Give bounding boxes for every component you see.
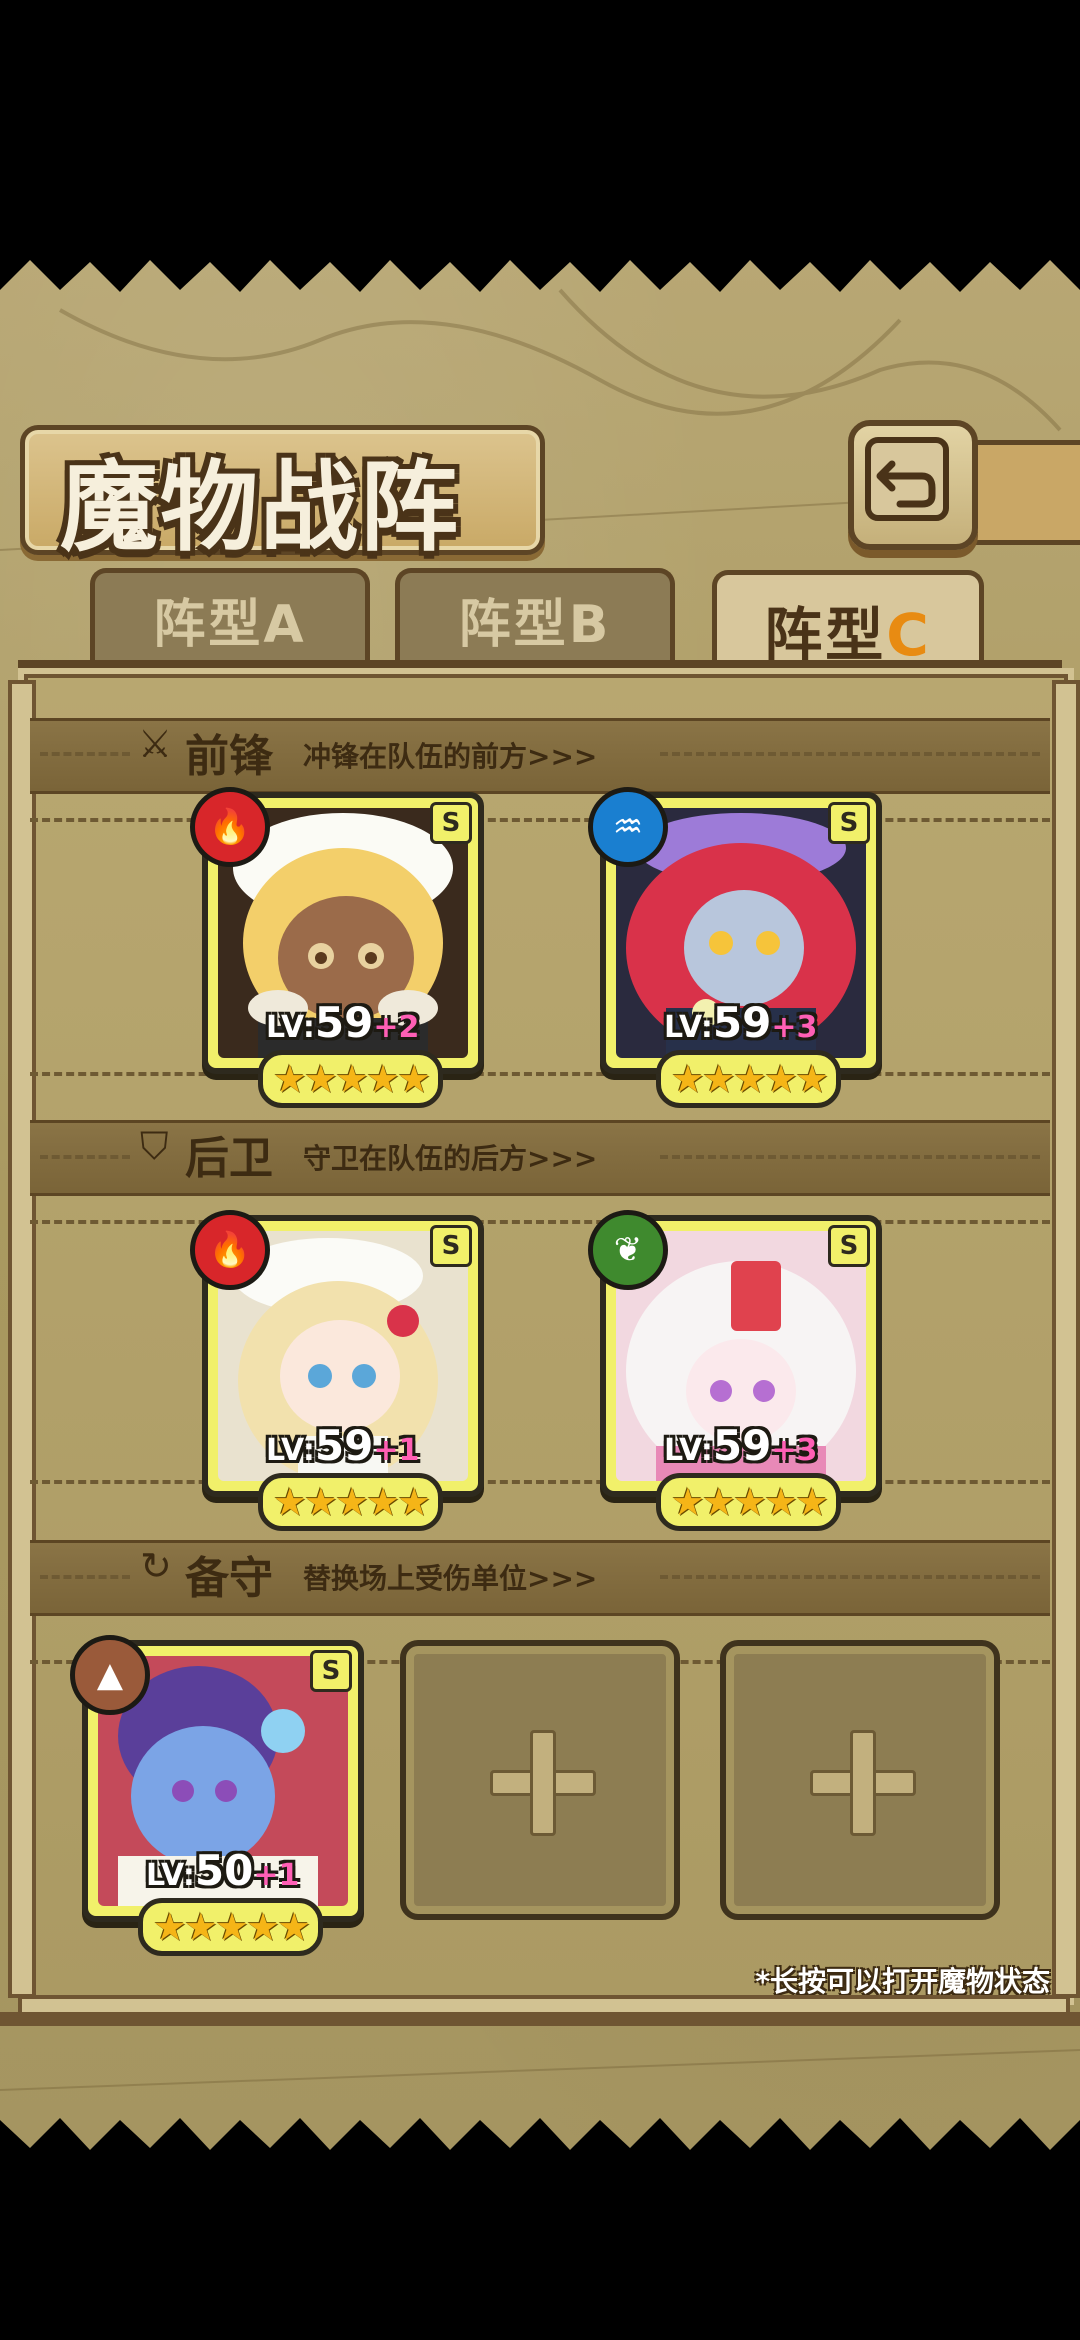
back-strip — [968, 440, 1080, 545]
unit-level: LV:59+2 — [266, 998, 420, 1047]
section-reserve-desc: 替换场上受伤单位>>> — [303, 1562, 598, 1595]
right-rail — [1052, 680, 1080, 1998]
rank-badge: S — [430, 802, 472, 844]
wind-element-icon: ❦ — [588, 1210, 668, 1290]
section-rear-desc: 守卫在队伍的后方>>> — [303, 1142, 598, 1175]
rank-badge: S — [828, 802, 870, 844]
back-button[interactable] — [848, 420, 978, 550]
divider — [30, 1072, 1050, 1076]
water-element-icon: ♒ — [588, 787, 668, 867]
page-title: 魔物战阵 — [60, 450, 461, 565]
tab-formation-b[interactable]: 阵型B — [395, 568, 675, 665]
tab-a-label: 阵型A — [153, 594, 307, 655]
left-rail — [8, 680, 36, 1998]
unit-level: LV:59+3 — [664, 998, 818, 1047]
divider — [30, 818, 1050, 822]
fire-element-icon: 🔥 — [190, 787, 270, 867]
divider — [660, 1575, 1040, 1579]
divider — [660, 1155, 1040, 1159]
torn-edge-bottom — [0, 2118, 1080, 2165]
rank-badge: S — [310, 1650, 352, 1692]
rank-badge: S — [828, 1225, 870, 1267]
torn-edge-top — [0, 250, 1080, 292]
star-rating: ★★★★★ — [258, 1050, 443, 1108]
star-rating: ★★★★★ — [656, 1473, 841, 1531]
section-rear-title: 后卫 — [185, 1133, 273, 1184]
unit-level: LV:59+1 — [266, 1421, 420, 1470]
star-rating: ★★★★★ — [258, 1473, 443, 1531]
empty-reserve-slot[interactable] — [400, 1640, 680, 1920]
long-press-hint: *长按可以打开魔物状态 — [755, 1965, 1050, 1998]
rank-badge: S — [430, 1225, 472, 1267]
back-icon — [865, 437, 949, 521]
section-front-title: 前锋 — [185, 731, 273, 782]
star-rating: ★★★★★ — [656, 1050, 841, 1108]
divider — [40, 1155, 130, 1159]
panel-bottom-border — [0, 2012, 1080, 2026]
divider — [40, 1575, 130, 1579]
divider — [660, 752, 1040, 756]
divider — [40, 752, 130, 756]
fire-element-icon: 🔥 — [190, 1210, 270, 1290]
divider — [30, 1220, 1050, 1224]
unit-level: LV:59+3 — [664, 1421, 818, 1470]
sword-icon: ⚔ — [138, 722, 173, 766]
tab-formation-a[interactable]: 阵型A — [90, 568, 370, 665]
empty-reserve-slot[interactable] — [720, 1640, 1000, 1920]
divider — [30, 1480, 1050, 1484]
swap-icon: ↻ — [140, 1544, 172, 1588]
unit-level: LV:50+1 — [146, 1846, 300, 1895]
earth-element-icon: ▲ — [70, 1635, 150, 1715]
section-reserve-title: 备守 — [185, 1553, 273, 1604]
tab-b-label: 阵型B — [458, 594, 612, 655]
section-front-desc: 冲锋在队伍的前方>>> — [303, 740, 598, 773]
shield-icon: ⛉ — [140, 1124, 169, 1168]
star-rating: ★★★★★ — [138, 1898, 323, 1956]
